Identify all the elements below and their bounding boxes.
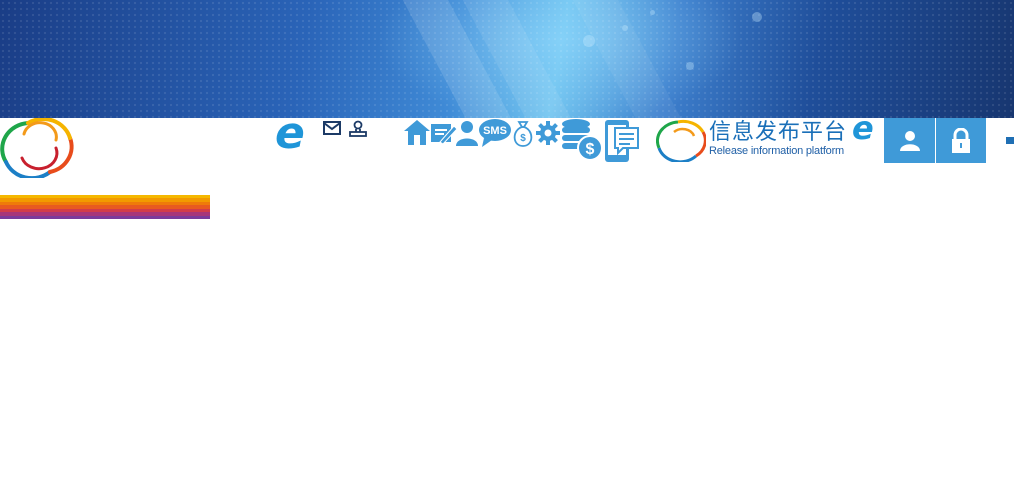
svg-text:SMS: SMS — [483, 125, 507, 137]
sms-icon[interactable]: SMS — [478, 118, 512, 153]
lock-icon — [952, 127, 970, 153]
mail-icon[interactable] — [323, 120, 341, 141]
edge-marker — [1006, 137, 1014, 144]
edit-icon[interactable] — [430, 120, 458, 151]
home-icon[interactable] — [402, 118, 432, 151]
svg-text:$: $ — [586, 141, 595, 158]
gear-icon[interactable] — [535, 120, 561, 151]
site-logo[interactable] — [0, 116, 74, 183]
user-login-button[interactable] — [884, 118, 935, 163]
stamp-icon[interactable] — [348, 120, 368, 143]
brand-e-small-icon: e — [852, 109, 874, 147]
user-login-icon — [899, 130, 920, 151]
platform-logo — [655, 118, 707, 167]
lock-button[interactable] — [936, 118, 986, 163]
user-icon[interactable] — [455, 120, 479, 151]
header-banner — [0, 0, 1014, 118]
mobile-message-icon[interactable] — [603, 118, 641, 169]
database-dollar-icon[interactable]: $ — [560, 118, 606, 167]
svg-text:$: $ — [520, 133, 526, 144]
money-bag-icon[interactable]: $ — [510, 120, 536, 153]
platform-title: 信息发布平台 — [709, 120, 848, 145]
brand-e-icon: e — [275, 108, 305, 159]
module-toolbar: SMS $ $ — [400, 118, 640, 164]
platform-subtitle: Release information platform — [709, 145, 845, 157]
rainbow-bar — [0, 195, 210, 219]
